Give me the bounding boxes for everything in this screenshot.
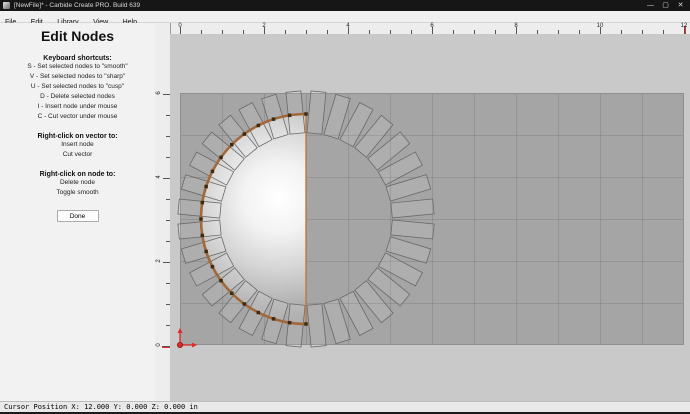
done-button[interactable]: Done xyxy=(57,210,99,222)
vector-node[interactable] xyxy=(211,170,215,174)
design-canvas[interactable] xyxy=(170,34,690,401)
node-delete-node: Delete node xyxy=(0,178,155,188)
origin-y-arrow xyxy=(178,328,183,333)
ruler-left: 6 4 2 0 xyxy=(155,23,171,401)
vector-node[interactable] xyxy=(204,250,208,254)
vector-node[interactable] xyxy=(272,117,276,121)
edit-nodes-panel: Edit Nodes Keyboard shortcuts: S - Set s… xyxy=(0,23,156,401)
minimize-button[interactable]: — xyxy=(643,0,658,11)
shortcut-insert: I - Insert node under mouse xyxy=(0,102,155,112)
shortcut-cut: C - Cut vector under mouse xyxy=(0,112,155,122)
ring-slat[interactable] xyxy=(178,199,221,218)
ruler-label: 8 xyxy=(514,23,517,29)
shortcut-sharp: V - Set selected nodes to "sharp" xyxy=(0,72,155,82)
ruler-label: 4 xyxy=(156,173,162,181)
shortcut-delete: D - Delete selected nodes xyxy=(0,92,155,102)
menu-bar: File Edit Library View Help xyxy=(0,11,690,23)
ring-slat[interactable] xyxy=(286,91,305,134)
shortcut-cusp: U - Set selected nodes to "cusp" xyxy=(0,82,155,92)
ring-slat[interactable] xyxy=(286,304,305,347)
window-controls: — ▢ ✕ xyxy=(643,0,688,11)
node-toggle-smooth: Toggle smooth xyxy=(0,188,155,198)
vector-node[interactable] xyxy=(204,185,208,189)
design-svg[interactable] xyxy=(170,34,690,401)
origin-x-arrow xyxy=(192,343,197,348)
ruler-tick xyxy=(163,94,170,95)
ring-slat[interactable] xyxy=(307,91,326,134)
keyboard-shortcuts-heading: Keyboard shortcuts: xyxy=(0,55,155,62)
vector-node[interactable] xyxy=(230,143,234,147)
vector-node[interactable] xyxy=(201,234,205,238)
ruler-tick xyxy=(163,262,170,263)
ruler-label: 4 xyxy=(346,23,349,29)
ruler-label: 6 xyxy=(156,89,162,97)
ruler-label: 12 xyxy=(681,23,688,29)
close-button[interactable]: ✕ xyxy=(673,0,688,11)
maximize-button[interactable]: ▢ xyxy=(658,0,673,11)
vector-cut-vector: Cut vector xyxy=(0,150,155,160)
title-bar: [NewFile]* - Carbide Create PRO. Build 6… xyxy=(0,0,690,11)
origin-marker[interactable] xyxy=(177,342,182,347)
vector-node[interactable] xyxy=(288,321,292,325)
ruler-corner xyxy=(155,23,170,34)
vector-node[interactable] xyxy=(288,114,292,118)
rightclick-vector-heading: Right-click on vector to: xyxy=(0,133,155,140)
ring-slat[interactable] xyxy=(307,304,326,347)
vector-node[interactable] xyxy=(243,302,247,306)
vector-node[interactable] xyxy=(201,201,205,205)
ring-slat[interactable] xyxy=(391,220,434,239)
vector-node[interactable] xyxy=(304,322,308,326)
vector-node[interactable] xyxy=(230,291,234,295)
vector-insert-node: Insert node xyxy=(0,140,155,150)
vector-node[interactable] xyxy=(257,124,261,128)
ruler-label: 6 xyxy=(430,23,433,29)
rightclick-node-heading: Right-click on node to: xyxy=(0,171,155,178)
ruler-label: 0 xyxy=(156,341,162,349)
vector-node[interactable] xyxy=(304,112,308,116)
vector-node[interactable] xyxy=(211,265,215,269)
vector-node[interactable] xyxy=(272,317,276,321)
window-title: [NewFile]* - Carbide Create PRO. Build 6… xyxy=(14,0,140,11)
ring-slat[interactable] xyxy=(178,220,221,239)
vector-node[interactable] xyxy=(257,311,261,315)
app-icon xyxy=(3,2,10,9)
ruler-label: 10 xyxy=(597,23,604,29)
ruler-label: 2 xyxy=(262,23,265,29)
vector-node[interactable] xyxy=(219,156,223,160)
ruler-tick xyxy=(163,346,170,347)
ruler-label: 0 xyxy=(178,23,181,29)
panel-title: Edit Nodes xyxy=(0,28,155,44)
ruler-label: 2 xyxy=(156,257,162,265)
ruler-tick xyxy=(163,178,170,179)
shortcut-smooth: S - Set selected nodes to "smooth" xyxy=(0,62,155,72)
vector-node[interactable] xyxy=(243,132,247,136)
vector-node[interactable] xyxy=(219,279,223,283)
ring-slat[interactable] xyxy=(391,199,434,218)
vector-node[interactable] xyxy=(199,217,203,221)
